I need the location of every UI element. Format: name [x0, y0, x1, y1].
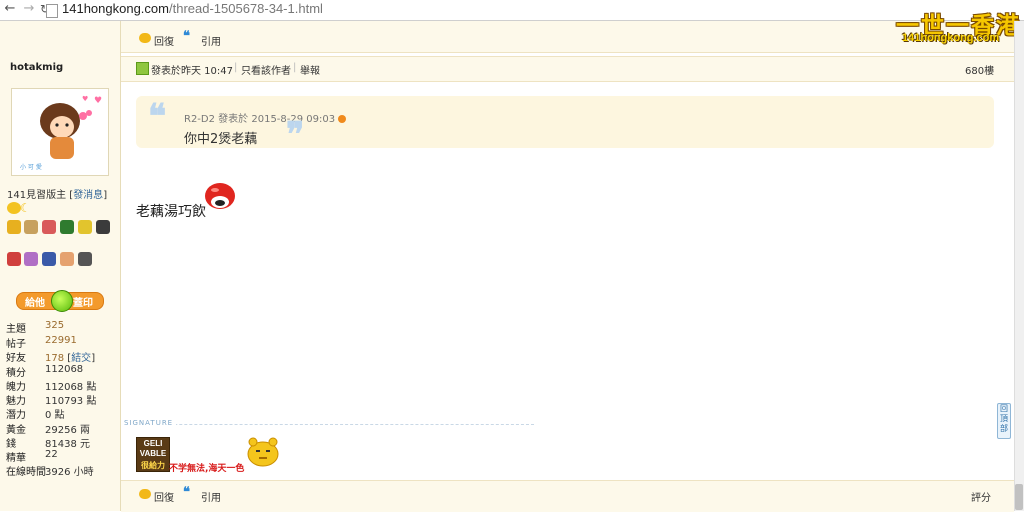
medal-icon[interactable]	[60, 220, 74, 234]
rate-button[interactable]: 評分	[971, 489, 991, 504]
back-to-top-button[interactable]: 回頂部	[997, 403, 1011, 439]
avatar[interactable]: 小 可 愛 ♥ ♥	[11, 88, 109, 176]
stat-value: 178 [結交]	[45, 353, 96, 364]
url-host: 141hongkong.com	[62, 1, 169, 16]
jump-to-post-icon[interactable]	[338, 115, 347, 123]
post-body: 老藕湯巧飲	[136, 204, 206, 220]
stat-value[interactable]: 325	[45, 320, 64, 331]
signature-text: 不学無法,海天一色	[169, 464, 245, 474]
report-link[interactable]: 舉報	[300, 62, 320, 77]
medal-icon[interactable]	[78, 252, 92, 266]
posted-time: 昨天 10:47	[181, 66, 233, 77]
close-quote-icon: ❞	[286, 115, 305, 155]
stat-value: 3926 小時	[45, 467, 94, 478]
stat-value: 112068 點	[45, 382, 97, 393]
medal-icon[interactable]	[7, 252, 21, 266]
avatar-cartoon-icon: 小 可 愛 ♥ ♥	[20, 95, 102, 171]
scrollbar[interactable]	[1014, 21, 1024, 511]
badge-line: GELI	[143, 439, 163, 448]
stat-label: 錢	[6, 439, 16, 450]
logo-english-text: 141hongkong.com	[902, 32, 1000, 44]
svg-text:♥: ♥	[94, 96, 102, 106]
add-friend-link[interactable]: 結交	[71, 353, 91, 364]
stamp-icon	[51, 290, 73, 312]
signature-divider	[124, 424, 534, 425]
quote-button[interactable]: 引用	[201, 33, 221, 48]
medal-icon[interactable]	[7, 220, 21, 234]
friends-count[interactable]: 178	[45, 353, 64, 364]
separator: |	[293, 62, 297, 73]
yellow-emoticon-icon	[247, 437, 279, 467]
quote-meta: R2-D2 發表於 2015-8-29 09:03	[184, 110, 347, 125]
svg-text:小 可 愛: 小 可 愛	[20, 163, 42, 171]
stamp-label: 蓋印	[73, 298, 93, 309]
stat-label: 潛力	[6, 410, 26, 421]
stat-value: 29256 兩	[45, 425, 90, 436]
post-actions	[121, 480, 1014, 512]
stat-label: 帖子	[6, 339, 26, 350]
forward-arrow-icon[interactable]: →	[22, 2, 36, 16]
author-name[interactable]: hotakmig	[10, 62, 63, 73]
red-helmet-emoticon-icon	[205, 183, 235, 209]
give-stamp-button[interactable]: 給他 蓋印	[16, 290, 104, 312]
posted-label: 發表於	[151, 66, 181, 77]
back-arrow-icon[interactable]: ←	[3, 2, 17, 16]
online-status-icon	[136, 62, 149, 75]
open-quote-icon: ❝	[148, 97, 167, 137]
quote-text: 你中2煲老藕	[184, 132, 258, 147]
previous-post-actions	[121, 21, 1014, 53]
medal-icon[interactable]	[96, 220, 110, 234]
quote-block: ❝ R2-D2 發表於 2015-8-29 09:03 你中2煲老藕 ❞	[136, 96, 994, 152]
reply-bubble-icon	[139, 489, 151, 499]
stat-label: 好友	[6, 353, 26, 364]
badge-line: 很給力	[141, 461, 165, 470]
medal-icon[interactable]	[24, 220, 38, 234]
moon-icon: ☾	[20, 201, 31, 215]
site-logo[interactable]: 一世一香港 141hongkong.com	[896, 6, 1022, 44]
stat-value: 110793 點	[45, 396, 97, 407]
medal-icon[interactable]	[42, 220, 56, 234]
url-path: /thread-1505678-34-1.html	[168, 1, 323, 16]
reply-bubble-icon	[139, 33, 151, 43]
separator: |	[234, 62, 238, 73]
badge-line: VABLE	[139, 449, 167, 458]
signature-label: SIGNATURE	[124, 419, 177, 427]
quote-author: R2-D2	[184, 114, 215, 125]
user-group-label: 141見習版主	[7, 190, 67, 201]
stat-label: 精華	[6, 453, 26, 464]
page-icon	[46, 4, 58, 18]
address-bar[interactable]: 141hongkong.com/thread-1505678-34-1.html	[62, 1, 323, 16]
user-group: 141見習版主 [發消息]	[7, 190, 108, 201]
stat-value: 112068	[45, 364, 84, 375]
reply-button[interactable]: 回復	[154, 33, 174, 48]
stat-label: 黃金	[6, 425, 26, 436]
medal-icon[interactable]	[42, 252, 56, 266]
stat-label: 主題	[6, 324, 26, 335]
scrollbar-thumb[interactable]	[1015, 484, 1023, 510]
only-author-link[interactable]: 只看該作者	[241, 62, 291, 77]
stat-label: 魄力	[6, 382, 26, 393]
stat-label: 積分	[6, 368, 26, 379]
sun-icon	[7, 202, 21, 214]
quote-posted-label: 發表於	[218, 114, 249, 125]
medal-icon[interactable]	[60, 252, 74, 266]
stat-value: 22	[45, 449, 58, 460]
stat-value: 81438 元	[45, 439, 90, 450]
stat-label: 在線時間	[6, 467, 46, 478]
stat-label: 魅力	[6, 396, 26, 407]
reply-button[interactable]: 回復	[154, 489, 174, 504]
quote-button[interactable]: 引用	[201, 489, 221, 504]
svg-text:♥: ♥	[82, 95, 88, 103]
geli-badge: GELI VABLE 很給力	[136, 437, 170, 472]
medal-icon[interactable]	[24, 252, 38, 266]
give-label: 給他	[25, 298, 45, 309]
quote-icon: ❝	[183, 29, 190, 44]
floor-number[interactable]: 680樓	[965, 62, 994, 77]
stat-value: 0 點	[45, 410, 65, 421]
stat-value[interactable]: 22991	[45, 335, 77, 346]
send-message-link[interactable]: 發消息	[73, 190, 103, 201]
medal-icon[interactable]	[78, 220, 92, 234]
quote-icon: ❝	[183, 485, 190, 500]
